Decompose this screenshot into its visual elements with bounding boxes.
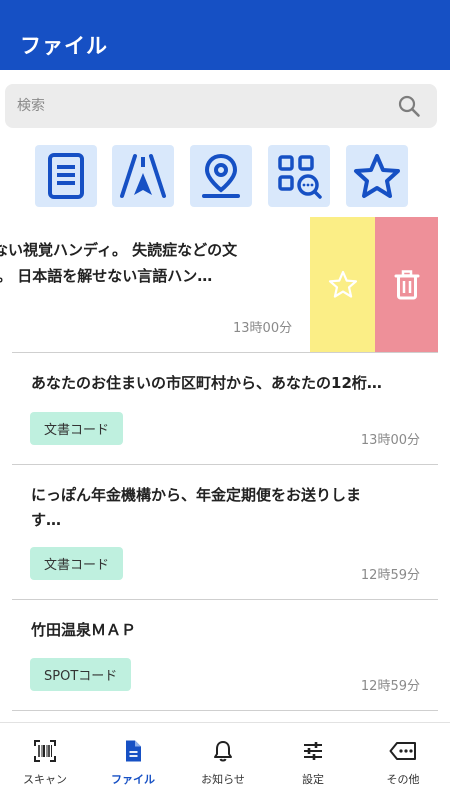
category-qr-search-button[interactable] <box>268 145 330 207</box>
list-item-title: にっぽん年金機構から、年金定期便をお送りしま <box>31 486 362 504</box>
road-icon <box>120 154 166 198</box>
bottom-tab-bar: スキャン ファイル お知らせ 設定 その他 <box>0 722 450 800</box>
tab-label: その他 <box>386 773 420 786</box>
list-item-time: 13時00分 <box>360 433 420 448</box>
star-icon <box>354 154 400 198</box>
star-outline-icon <box>328 270 357 298</box>
search-icon[interactable] <box>397 94 421 118</box>
document-list-icon <box>48 153 84 199</box>
category-location-button[interactable] <box>190 145 252 207</box>
list-item-title: れない視覚ハンディ。 失読症などの文 <box>0 241 238 259</box>
tab-scan[interactable]: スキャン <box>0 723 90 800</box>
search-bar <box>5 84 437 128</box>
list-item-time: 12時59分 <box>360 568 420 583</box>
list-item-swiped[interactable]: れない視覚ハンディ。 失読症などの文 。 日本語を解せない言語ハン… 13時00… <box>0 217 450 352</box>
qr-search-icon <box>278 155 322 199</box>
list-divider <box>12 710 438 711</box>
favorite-action-button[interactable] <box>310 217 375 352</box>
tab-label: お知らせ <box>201 773 245 786</box>
tab-notifications[interactable]: お知らせ <box>178 723 268 800</box>
trash-icon <box>394 269 419 299</box>
file-icon <box>126 740 141 762</box>
list-item-title-line2: す… <box>31 511 62 529</box>
list-item-time: 13時00分 <box>233 321 293 336</box>
category-filter-row <box>0 145 450 207</box>
list-item-title: あなたのお住まいの市区町村から、あなたの12桁… <box>31 374 382 392</box>
category-road-button[interactable] <box>112 145 174 207</box>
sliders-icon <box>304 742 322 760</box>
app-header: ファイル <box>0 0 450 70</box>
tab-label: スキャン <box>23 773 67 786</box>
page-title: ファイル <box>20 34 108 58</box>
list-item-title-line2: 。 日本語を解せない言語ハン… <box>0 267 213 285</box>
list-item-title: 竹田温泉ＭＡＰ <box>31 621 137 639</box>
bell-icon <box>214 741 232 762</box>
list-item-time: 12時59分 <box>360 679 420 694</box>
list-item[interactable]: あなたのお住まいの市区町村から、あなたの12桁… 文書コード 13時00分 <box>0 353 450 464</box>
delete-action-button[interactable] <box>375 217 438 352</box>
code-type-badge: 文書コード <box>30 547 124 580</box>
list-item[interactable]: 竹田温泉ＭＡＰ SPOTコード 12時59分 <box>0 600 450 710</box>
tab-more[interactable]: その他 <box>358 723 448 800</box>
tab-label: 設定 <box>302 773 324 786</box>
tab-settings[interactable]: 設定 <box>268 723 358 800</box>
tab-file[interactable]: ファイル <box>88 723 178 800</box>
code-type-badge: SPOTコード <box>30 658 132 691</box>
location-pin-icon <box>202 153 240 198</box>
code-type-badge: 文書コード <box>30 412 124 445</box>
scan-icon <box>34 740 56 762</box>
category-document-button[interactable] <box>35 145 97 207</box>
more-icon <box>389 742 416 760</box>
search-input[interactable] <box>17 84 387 128</box>
tab-label: ファイル <box>111 773 155 786</box>
list-item[interactable]: にっぽん年金機構から、年金定期便をお送りしま す… 文書コード 12時59分 <box>0 465 450 599</box>
category-favorite-button[interactable] <box>346 145 408 207</box>
